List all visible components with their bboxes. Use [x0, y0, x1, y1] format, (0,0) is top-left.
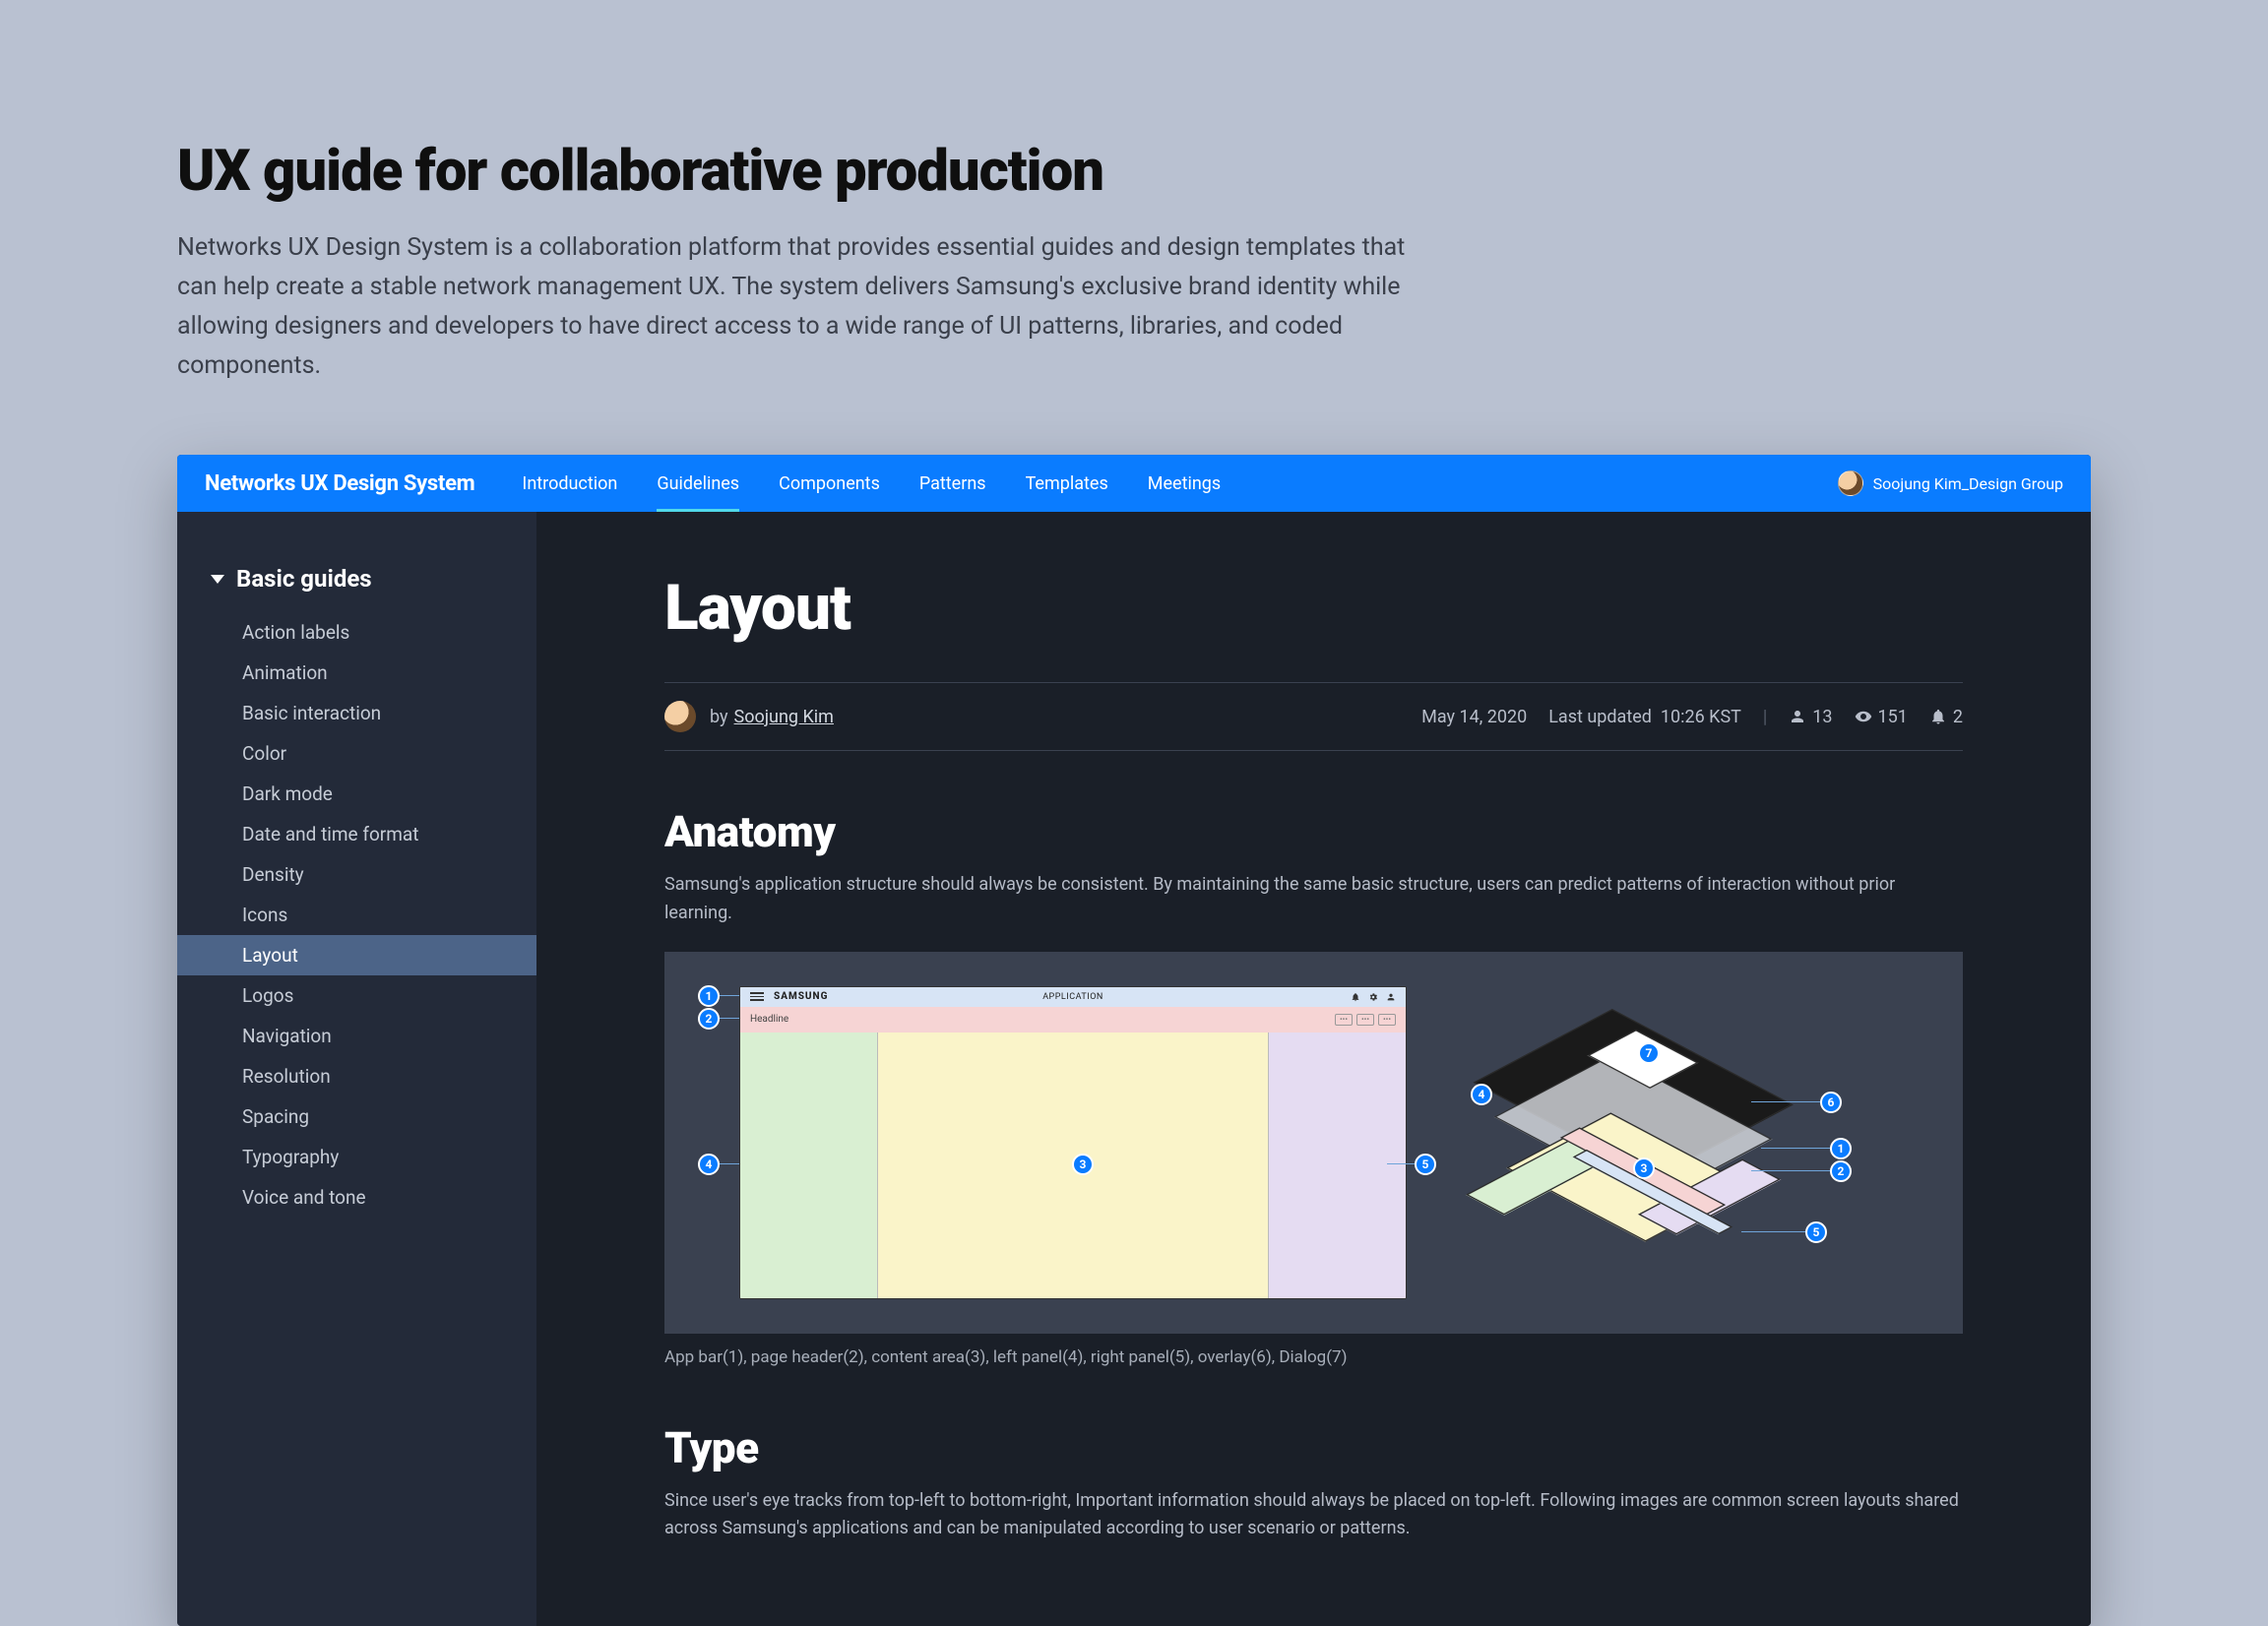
sidebar-item-date-and-time-format[interactable]: Date and time format: [177, 814, 536, 854]
anatomy-heading: Anatomy: [664, 806, 1963, 857]
iso-badge-5: 5: [1805, 1221, 1827, 1243]
chevron-down-icon: [211, 575, 224, 584]
topbar: Networks UX Design System Introduction Gu…: [177, 455, 2091, 512]
user-area[interactable]: Soojung Kim_Design Group: [1838, 470, 2063, 496]
views-stat: 151: [1855, 707, 1908, 727]
iso-badge-1: 1: [1830, 1138, 1852, 1159]
badge-1: 1: [698, 985, 720, 1007]
badge-3: 3: [1072, 1154, 1094, 1175]
layout-mock: SAMSUNG APPLICATION Headline: [698, 986, 1407, 1299]
bell-icon: [1351, 992, 1360, 1002]
separator: |: [1763, 707, 1767, 727]
comments-stat: 2: [1929, 707, 1963, 727]
iso-badge-2: 2: [1830, 1160, 1852, 1182]
sidebar-item-icons[interactable]: Icons: [177, 895, 536, 935]
hero-title: UX guide for collaborative production: [177, 138, 2091, 205]
created-date: May 14, 2020: [1421, 707, 1527, 727]
main-nav: Introduction Guidelines Components Patterns…: [522, 458, 1837, 510]
page-title: Layout: [664, 571, 1963, 645]
figure-caption: App bar(1), page header(2), content area…: [664, 1347, 1963, 1367]
meta-bar: by Soojung Kim May 14, 2020 Last updated…: [664, 682, 1963, 751]
mock-headline: Headline: [750, 1014, 788, 1025]
iso-badge-7: 7: [1638, 1042, 1660, 1064]
gear-icon: [1368, 992, 1378, 1002]
sidebar-item-voice-and-tone[interactable]: Voice and tone: [177, 1177, 536, 1218]
left-panel: [740, 1032, 878, 1298]
contributors-stat: 13: [1789, 707, 1832, 727]
nav-item-templates[interactable]: Templates: [1026, 458, 1108, 510]
eye-icon: [1855, 708, 1872, 725]
sidebar-section-title: Basic guides: [236, 565, 372, 593]
sidebar-item-action-labels[interactable]: Action labels: [177, 612, 536, 653]
type-heading: Type: [664, 1422, 1963, 1473]
sidebar: Basic guides Action labelsAnimationBasic…: [177, 512, 536, 1626]
sidebar-item-dark-mode[interactable]: Dark mode: [177, 774, 536, 814]
sidebar-item-animation[interactable]: Animation: [177, 653, 536, 693]
updated-block: Last updated 10:26 KST: [1548, 707, 1741, 727]
nav-item-introduction[interactable]: Introduction: [522, 458, 617, 510]
nav-item-meetings[interactable]: Meetings: [1148, 458, 1221, 510]
badge-4: 4: [698, 1154, 720, 1175]
by-label: by: [710, 707, 728, 727]
anatomy-body: Samsung's application structure should a…: [664, 871, 1963, 928]
mock-brand: SAMSUNG: [774, 991, 828, 1002]
sidebar-item-typography[interactable]: Typography: [177, 1137, 536, 1177]
type-body: Since user's eye tracks from top-left to…: [664, 1487, 1963, 1544]
iso-badge-4: 4: [1471, 1084, 1492, 1105]
sidebar-item-navigation[interactable]: Navigation: [177, 1016, 536, 1056]
user-name: Soojung Kim_Design Group: [1873, 474, 2063, 493]
dots-icon: •••: [1356, 1014, 1374, 1026]
author-avatar: [664, 701, 696, 732]
author-link[interactable]: Soojung Kim: [734, 707, 834, 727]
iso-badge-6: 6: [1820, 1092, 1842, 1113]
sidebar-item-logos[interactable]: Logos: [177, 975, 536, 1016]
app-window: Networks UX Design System Introduction Gu…: [177, 455, 2091, 1626]
hamburger-icon: [750, 992, 764, 1001]
anatomy-figure: SAMSUNG APPLICATION Headline: [664, 952, 1963, 1334]
dots-icon: •••: [1378, 1014, 1396, 1026]
nav-item-components[interactable]: Components: [779, 458, 880, 510]
brand-label[interactable]: Networks UX Design System: [205, 471, 474, 496]
user-icon: [1386, 992, 1396, 1002]
nav-item-patterns[interactable]: Patterns: [919, 458, 986, 510]
sidebar-item-density[interactable]: Density: [177, 854, 536, 895]
nav-item-guidelines[interactable]: Guidelines: [657, 458, 739, 510]
main-content: Layout by Soojung Kim May 14, 2020 Last …: [536, 512, 2091, 1626]
user-icon: [1789, 708, 1806, 725]
mock-app-title: APPLICATION: [1042, 992, 1103, 1002]
sidebar-item-color[interactable]: Color: [177, 733, 536, 774]
sidebar-item-basic-interaction[interactable]: Basic interaction: [177, 693, 536, 733]
sidebar-item-resolution[interactable]: Resolution: [177, 1056, 536, 1096]
iso-badge-3: 3: [1633, 1157, 1655, 1179]
right-panel: [1268, 1032, 1406, 1298]
dots-icon: •••: [1335, 1014, 1353, 1026]
badge-5: 5: [1415, 1154, 1436, 1175]
badge-2: 2: [698, 1008, 720, 1030]
sidebar-section-header[interactable]: Basic guides: [177, 565, 536, 612]
hero-description: Networks UX Design System is a collabora…: [177, 228, 1437, 386]
sidebar-item-layout[interactable]: Layout: [177, 935, 536, 975]
bell-icon: [1929, 708, 1947, 725]
layer-stack: 7 4 6 1 2 3 5: [1456, 985, 1859, 1300]
sidebar-item-spacing[interactable]: Spacing: [177, 1096, 536, 1137]
avatar: [1838, 470, 1863, 496]
